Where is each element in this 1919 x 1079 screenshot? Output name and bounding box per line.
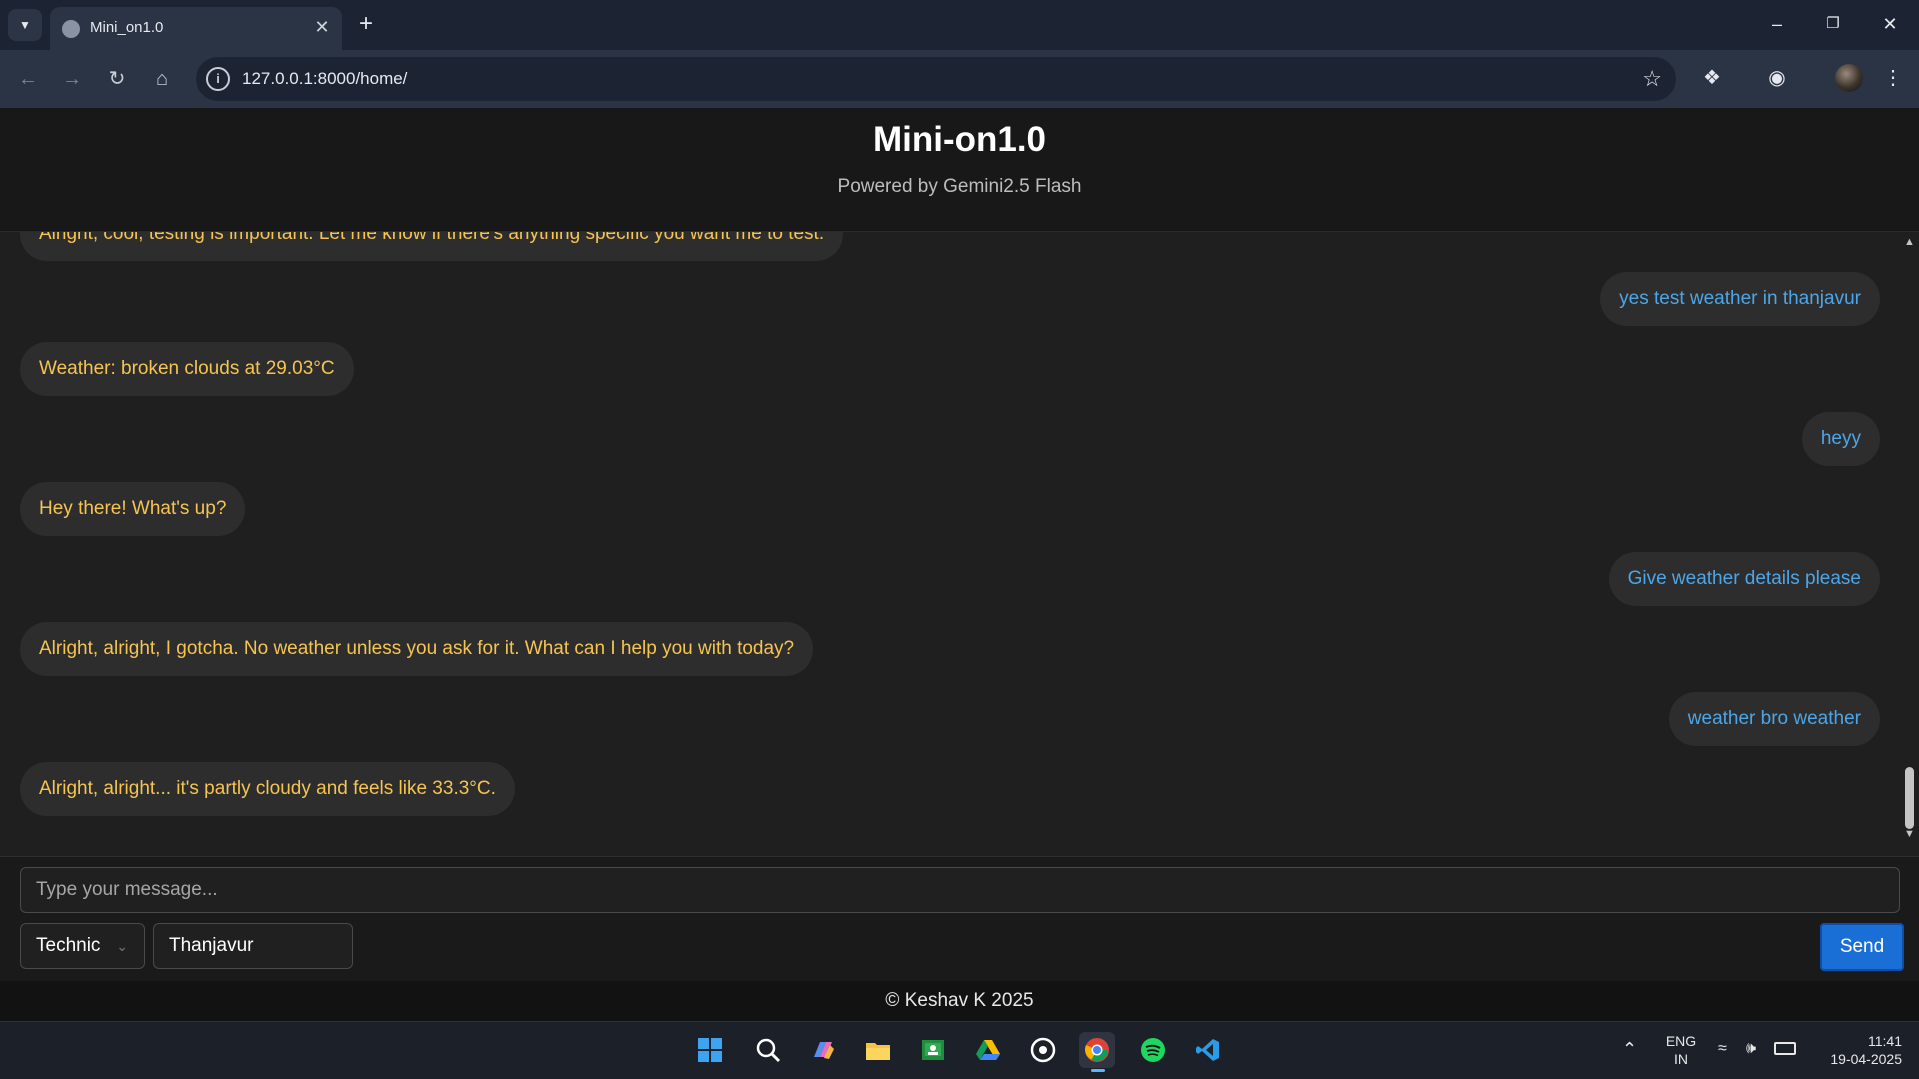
search-icon	[756, 1038, 781, 1063]
chat-scrollbar[interactable]: ▲ ▼	[1900, 232, 1919, 844]
send-button[interactable]: Send	[1820, 923, 1904, 971]
file-explorer-button[interactable]	[860, 1032, 896, 1068]
web-page: Mini-on1.0 Powered by Gemini2.5 Flash Al…	[0, 108, 1919, 1021]
extensions-icon[interactable]: ❖	[1697, 63, 1727, 93]
bot-message: Alright, alright... it's partly cloudy a…	[20, 762, 515, 816]
user-message: weather bro weather	[1668, 692, 1880, 746]
address-bar[interactable]: i 127.0.0.1:8000/home/ ☆	[196, 57, 1676, 101]
close-icon[interactable]: ✕	[312, 17, 332, 37]
github-button[interactable]	[1025, 1032, 1061, 1068]
message-composer: Technic ⌄ Thanjavur Send	[0, 856, 1919, 981]
incognito-icon[interactable]: ◉	[1762, 63, 1792, 93]
new-tab-button[interactable]: +	[352, 10, 380, 38]
message-input[interactable]	[20, 867, 1900, 913]
clock-date: 19-04-2025	[1830, 1051, 1902, 1067]
search-button[interactable]	[750, 1032, 786, 1068]
reload-icon[interactable]: ↻	[102, 64, 132, 94]
mode-select-value: Technic	[36, 935, 101, 956]
chevron-up-icon[interactable]: ⌃	[1622, 1040, 1637, 1058]
home-icon[interactable]: ⌂	[147, 64, 177, 94]
kebab-menu-icon[interactable]: ⋮	[1878, 63, 1908, 93]
google-drive-button[interactable]	[970, 1032, 1006, 1068]
scroll-up-arrow-icon[interactable]: ▲	[1903, 236, 1916, 248]
battery-icon[interactable]	[1774, 1042, 1796, 1055]
windows-icon	[698, 1038, 722, 1062]
scroll-down-arrow-icon[interactable]: ▼	[1903, 828, 1916, 840]
classroom-icon	[922, 1040, 944, 1060]
browser-tab[interactable]: Mini_on1.0 ✕	[50, 7, 342, 50]
vscode-button[interactable]	[1190, 1032, 1226, 1068]
app-title: Mini-on1.0	[872, 120, 1047, 159]
forward-arrow-icon[interactable]: →	[57, 64, 87, 94]
bot-message: Alright, alright, I gotcha. No weather u…	[20, 622, 814, 676]
github-icon	[1030, 1037, 1056, 1063]
chat-history[interactable]: Alright, cool, testing is important. Let…	[0, 232, 1900, 862]
active-app-indicator	[1091, 1069, 1105, 1072]
browser-toolbar: ← → ↻ ⌂ i 127.0.0.1:8000/home/ ☆ ❖ ◉ ⋮	[0, 50, 1919, 108]
chrome-icon	[1085, 1038, 1109, 1062]
start-button[interactable]	[692, 1032, 728, 1068]
copilot-icon	[814, 1042, 834, 1059]
clock-time: 11:41	[1868, 1033, 1902, 1049]
chrome-button[interactable]	[1079, 1032, 1115, 1072]
user-message: yes test weather in thanjavur	[1600, 272, 1880, 326]
app-subtitle: Powered by Gemini2.5 Flash	[837, 176, 1082, 197]
drive-icon	[976, 1040, 1000, 1060]
chevron-down-icon: ⌄	[116, 938, 128, 954]
language-region: IN	[1674, 1051, 1688, 1067]
bot-message: Hey there! What's up?	[20, 482, 246, 536]
back-arrow-icon[interactable]: ←	[13, 64, 43, 94]
spotify-icon	[1141, 1038, 1165, 1062]
chevron-down-icon: ▼	[19, 18, 31, 32]
mode-select[interactable]: Technic ⌄	[20, 923, 145, 969]
wifi-icon[interactable]: ≈	[1718, 1040, 1727, 1058]
browser-tabstrip: ▼ Mini_on1.0 ✕ + – ❐ ✕	[0, 0, 1919, 50]
star-icon[interactable]: ☆	[1642, 66, 1662, 92]
user-message: Give weather details please	[1608, 552, 1880, 606]
tab-title: Mini_on1.0	[90, 19, 164, 36]
minimize-button[interactable]: –	[1762, 10, 1792, 38]
globe-icon	[62, 20, 80, 38]
window-close-button[interactable]: ✕	[1875, 10, 1905, 38]
page-footer: © Keshav K 2025	[0, 981, 1919, 1021]
language-code: ENG	[1665, 1033, 1697, 1049]
copilot-button[interactable]	[805, 1032, 841, 1068]
scrollbar-thumb[interactable]	[1905, 767, 1914, 829]
tab-search-button[interactable]: ▼	[8, 9, 42, 41]
clock[interactable]: 11:41 19-04-2025	[1812, 1032, 1902, 1068]
spotify-button[interactable]	[1135, 1032, 1171, 1068]
os-taskbar: ⌃ ENG IN ≈ 🕪 11:41 19-04-2025	[0, 1021, 1919, 1079]
language-indicator[interactable]: ENG IN	[1660, 1032, 1702, 1068]
url-text: 127.0.0.1:8000/home/	[242, 69, 408, 88]
bot-message: Weather: broken clouds at 29.03°C	[20, 342, 354, 396]
volume-icon[interactable]: 🕪	[1746, 1040, 1756, 1058]
restore-button[interactable]: ❐	[1818, 10, 1848, 38]
city-input[interactable]: Thanjavur	[153, 923, 353, 969]
folder-icon	[866, 1043, 890, 1060]
profile-avatar[interactable]	[1835, 64, 1863, 92]
classroom-button[interactable]	[915, 1032, 951, 1068]
site-info-icon[interactable]: i	[206, 67, 230, 91]
vscode-icon	[1196, 1039, 1219, 1061]
app-header: Mini-on1.0 Powered by Gemini2.5 Flash	[0, 108, 1919, 232]
user-message: heyy	[1801, 412, 1880, 466]
bot-message: Alright, cool, testing is important. Let…	[20, 232, 844, 261]
